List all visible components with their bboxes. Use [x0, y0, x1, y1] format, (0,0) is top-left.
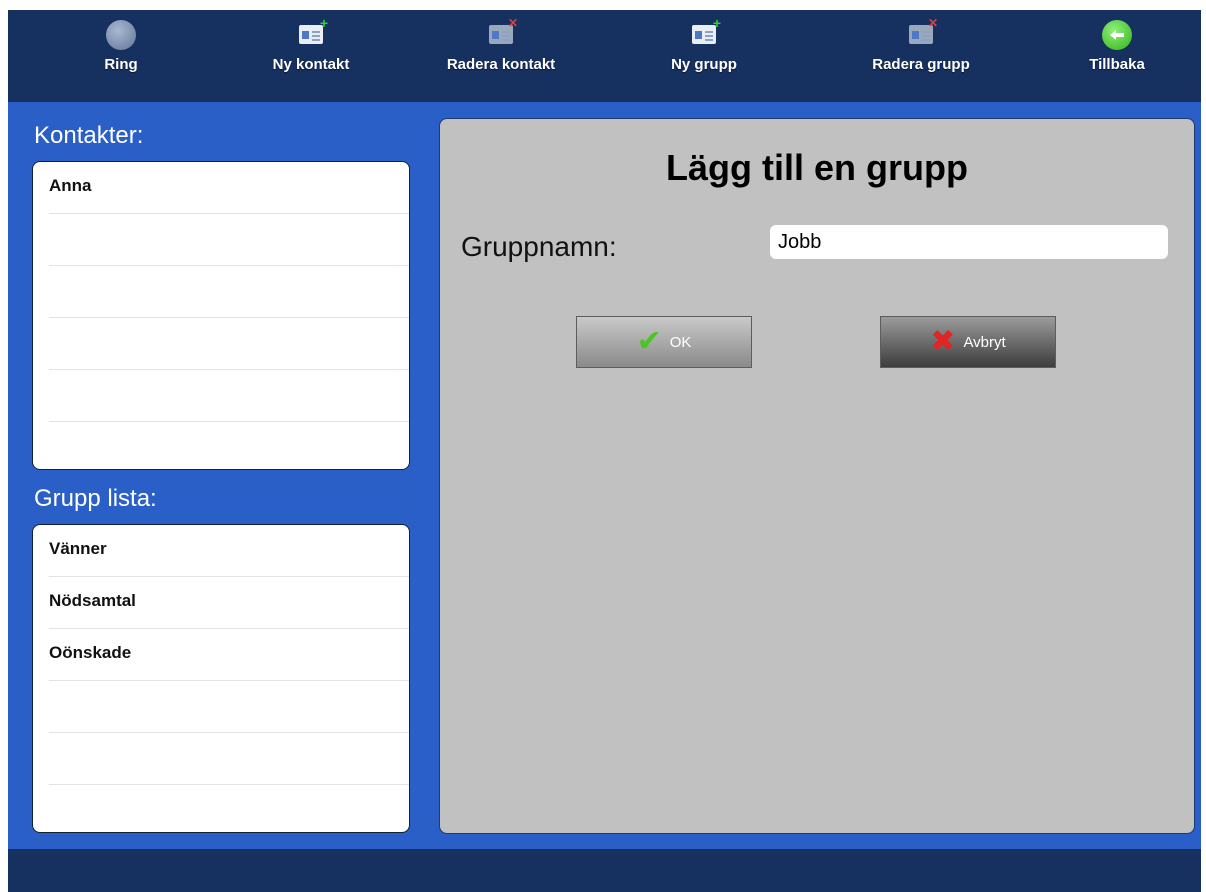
- groups-title: Grupp lista:: [34, 485, 157, 512]
- delete-group-label: Radera grupp: [872, 56, 970, 73]
- back-label: Tillbaka: [1089, 56, 1145, 73]
- group-name-input[interactable]: [770, 225, 1168, 259]
- delete-contact-label: Radera kontakt: [446, 56, 556, 73]
- list-item[interactable]: [49, 266, 409, 318]
- group-name-label: Gruppnamn:: [461, 231, 617, 262]
- delete-group-icon: ✕: [906, 16, 938, 50]
- delete-group-button[interactable]: ✕ Radera grupp: [846, 16, 996, 73]
- phone-icon: [106, 20, 136, 50]
- list-item[interactable]: [49, 681, 409, 733]
- contacts-title: Kontakter:: [34, 122, 144, 149]
- list-item[interactable]: Nödsamtal: [49, 577, 409, 629]
- ring-label: Ring: [104, 56, 138, 73]
- page-title: Lägg till en grupp: [666, 147, 968, 188]
- new-contact-label: Ny kontakt: [272, 56, 350, 73]
- ok-label: OK: [669, 333, 692, 351]
- top-toolbar: Ring + Ny kontakt ✕ Radera kontakt + Ny …: [8, 10, 1201, 102]
- list-item[interactable]: Vänner: [49, 525, 409, 577]
- ring-button[interactable]: Ring: [46, 20, 196, 73]
- app-window: Ring + Ny kontakt ✕ Radera kontakt + Ny …: [8, 10, 1201, 892]
- list-item[interactable]: [49, 318, 409, 370]
- new-contact-button[interactable]: + Ny kontakt: [236, 16, 386, 73]
- ok-button[interactable]: ✔ OK: [576, 316, 752, 368]
- list-item[interactable]: Anna: [49, 162, 409, 214]
- new-group-button[interactable]: + Ny grupp: [629, 16, 779, 73]
- list-item[interactable]: [49, 733, 409, 785]
- back-button[interactable]: Tillbaka: [1042, 20, 1192, 73]
- delete-contact-button[interactable]: ✕ Radera kontakt: [426, 16, 576, 73]
- checkmark-icon: ✔: [636, 325, 662, 358]
- list-item[interactable]: [49, 214, 409, 266]
- groups-list[interactable]: Vänner Nödsamtal Oönskade: [32, 524, 410, 833]
- bottom-bar: [8, 849, 1201, 892]
- add-group-panel: Lägg till en grupp Gruppnamn: ✔ OK ✖ Avb…: [439, 118, 1195, 834]
- list-item[interactable]: [49, 422, 409, 469]
- list-item[interactable]: [49, 370, 409, 422]
- list-item[interactable]: [49, 785, 409, 832]
- delete-contact-icon: ✕: [486, 16, 518, 50]
- new-group-label: Ny grupp: [671, 56, 737, 73]
- contacts-list[interactable]: Anna: [32, 161, 410, 470]
- close-icon: ✖: [930, 325, 956, 358]
- back-arrow-icon: [1102, 20, 1132, 50]
- cancel-label: Avbryt: [963, 333, 1006, 351]
- cancel-button[interactable]: ✖ Avbryt: [880, 316, 1056, 368]
- list-item[interactable]: Oönskade: [49, 629, 409, 681]
- add-contact-icon: +: [296, 16, 328, 50]
- add-group-icon: +: [689, 16, 721, 50]
